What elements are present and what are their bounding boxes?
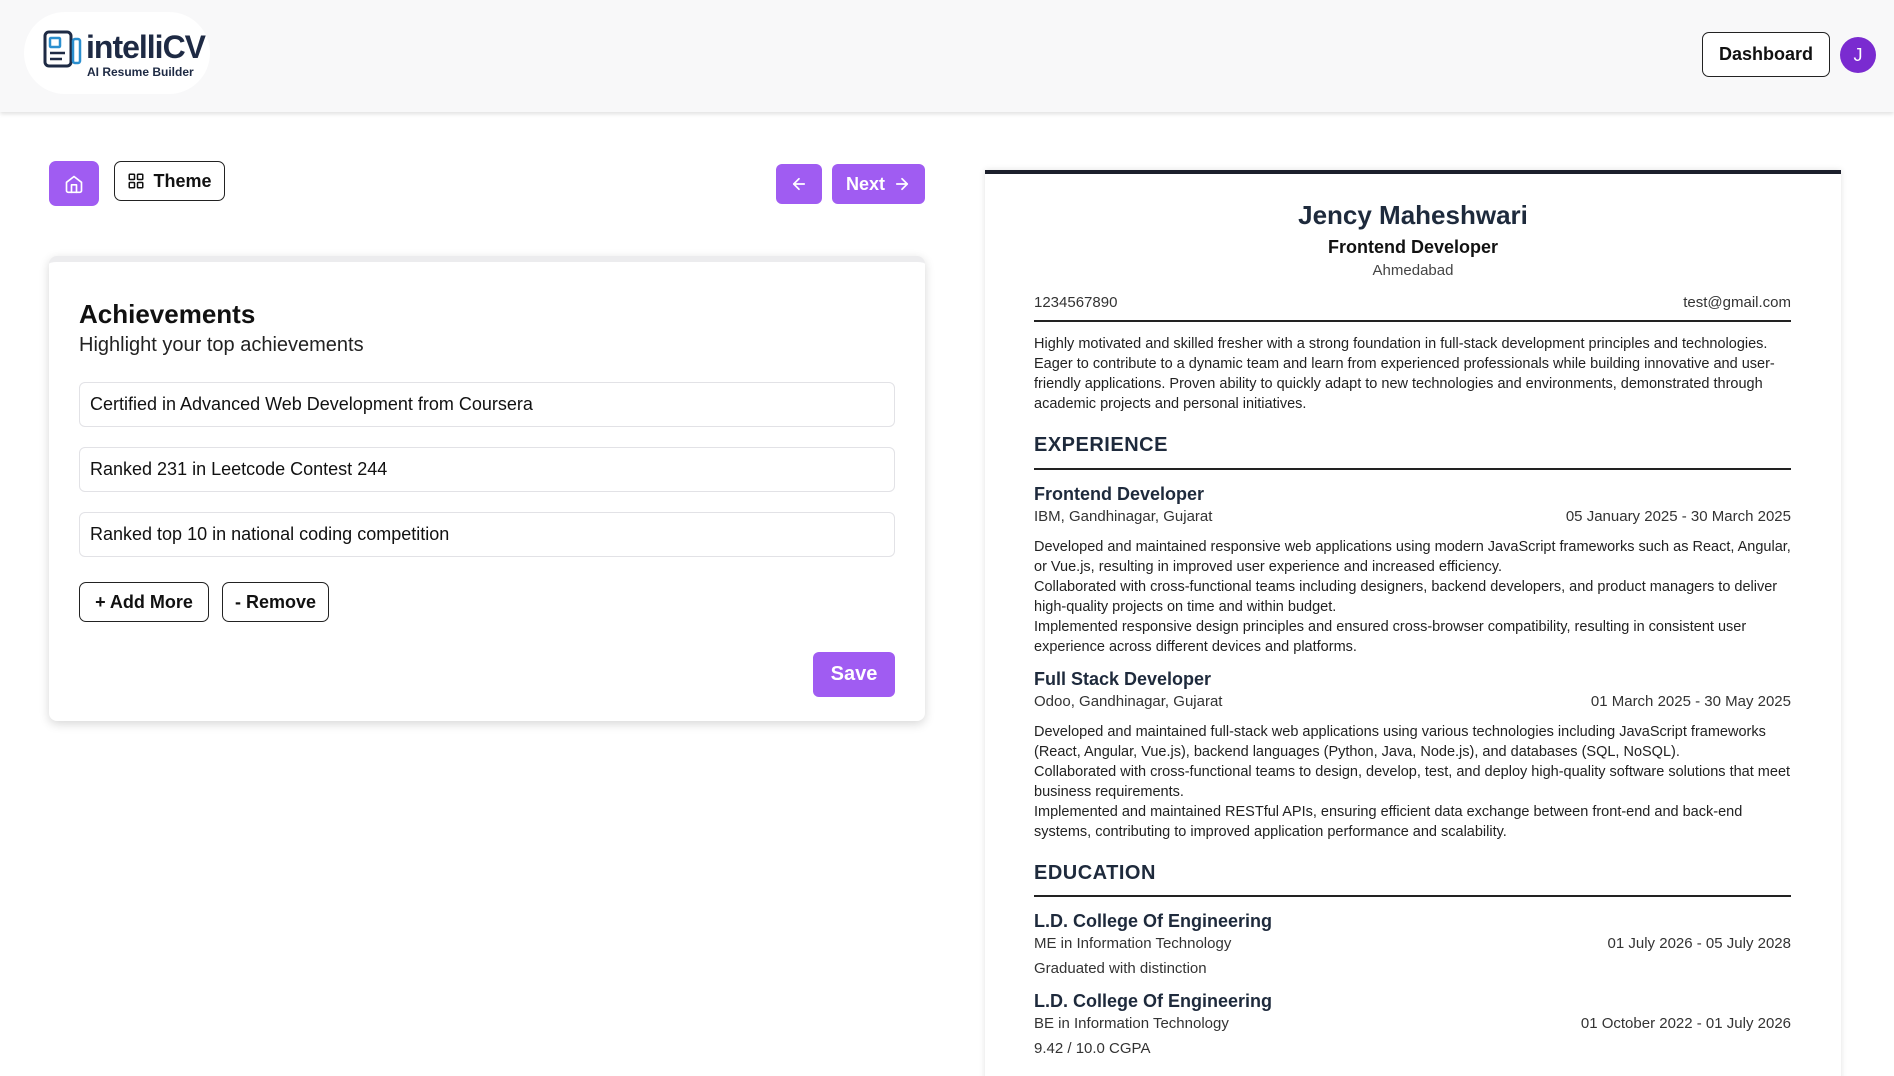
experience-line: Collaborated with cross-functional teams…: [1034, 764, 1791, 800]
education-school: L.D. College Of Engineering: [1034, 991, 1273, 1011]
experience-line: Implemented and maintained RESTful APIs,…: [1034, 804, 1743, 840]
experience-dates: 01 March 2025 - 30 May 2025: [1590, 693, 1791, 710]
theme-button[interactable]: Theme: [114, 161, 225, 201]
experience-company: IBM, Gandhinagar, Gujarat: [1034, 508, 1213, 525]
resume-summary: Highly motivated and skilled fresher wit…: [1034, 336, 1775, 412]
form-title: Achievements: [79, 299, 256, 329]
education-school: L.D. College Of Engineering: [1034, 911, 1273, 931]
next-button[interactable]: Next: [832, 164, 925, 204]
home-icon: [65, 175, 83, 193]
education-note: 9.42 / 10.0 CGPA: [1034, 1040, 1151, 1057]
arrow-right-icon: [895, 177, 909, 191]
achievement-input-2[interactable]: [79, 447, 895, 492]
logo-tagline: AI Resume Builder: [87, 65, 194, 79]
resume-name: Jency Maheshwari: [1298, 200, 1528, 230]
home-button[interactable]: [49, 161, 99, 206]
experience-divider: [1034, 468, 1791, 470]
experience-description: Developed and maintained responsive web …: [1034, 537, 1794, 657]
resume-preview: Jency Maheshwari Frontend Developer Ahme…: [985, 170, 1841, 1076]
form-subtitle: Highlight your top achievements: [79, 334, 364, 356]
education-degree: BE in Information Technology: [1034, 1015, 1229, 1032]
experience-description: Developed and maintained full-stack web …: [1034, 722, 1794, 842]
dashboard-button[interactable]: Dashboard: [1702, 32, 1830, 77]
education-dates: 01 October 2022 - 01 July 2026: [1580, 1015, 1791, 1032]
contact-divider: [1034, 320, 1791, 322]
layout-grid-icon: [128, 173, 144, 189]
logo-name: intelliCV: [86, 29, 206, 65]
remove-button[interactable]: - Remove: [222, 582, 329, 622]
app-logo[interactable]: intelliCV AI Resume Builder: [24, 12, 210, 94]
experience-line: Developed and maintained responsive web …: [1034, 539, 1791, 575]
education-dates: 01 July 2026 - 05 July 2028: [1607, 935, 1791, 952]
arrow-left-icon: [792, 177, 806, 191]
add-more-button[interactable]: + Add More: [79, 582, 209, 622]
theme-label: Theme: [153, 170, 212, 191]
experience-dates: 05 January 2025 - 30 March 2025: [1565, 508, 1791, 525]
experience-role: Full Stack Developer: [1034, 669, 1212, 689]
experience-heading: EXPERIENCE: [1034, 434, 1168, 456]
resume-city: Ahmedabad: [1372, 262, 1454, 279]
next-label: Next: [845, 173, 885, 194]
top-navbar: intelliCV AI Resume Builder Dashboard J: [0, 0, 1894, 112]
experience-line: Implemented responsive design principles…: [1034, 619, 1747, 655]
education-degree: ME in Information Technology: [1034, 935, 1232, 952]
user-avatar[interactable]: J: [1840, 37, 1876, 73]
experience-company: Odoo, Gandhinagar, Gujarat: [1034, 693, 1223, 710]
experience-line: Developed and maintained full-stack web …: [1034, 724, 1766, 760]
resume-phone: 1234567890: [1034, 294, 1118, 311]
education-note: Graduated with distinction: [1034, 960, 1207, 977]
previous-button[interactable]: [776, 164, 822, 204]
achievement-input-3[interactable]: [79, 512, 895, 557]
save-button[interactable]: Save: [813, 652, 895, 697]
education-heading: EDUCATION: [1034, 862, 1156, 884]
resume-job-title: Frontend Developer: [1327, 237, 1499, 257]
achievements-form-card: Achievements Highlight your top achievem…: [49, 256, 925, 721]
experience-role: Frontend Developer: [1034, 484, 1205, 504]
resume-document-icon: [43, 30, 82, 68]
experience-line: Collaborated with cross-functional teams…: [1034, 579, 1778, 615]
achievement-input-1[interactable]: [79, 382, 895, 427]
education-divider: [1034, 895, 1791, 897]
resume-email: test@gmail.com: [1683, 294, 1791, 311]
